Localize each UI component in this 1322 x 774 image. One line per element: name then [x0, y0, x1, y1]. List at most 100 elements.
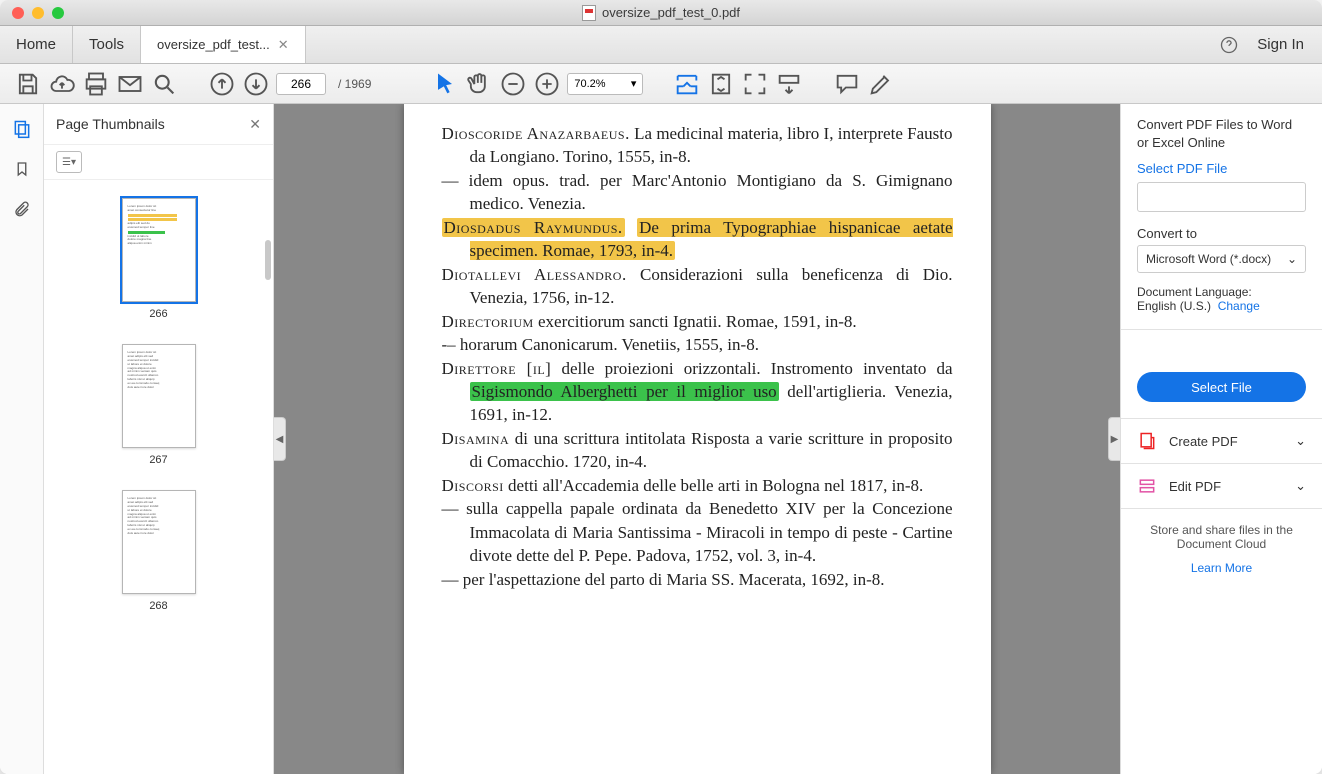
thumbnail-options-icon[interactable]: ☰▾ — [56, 151, 82, 173]
print-icon[interactable] — [82, 70, 110, 98]
create-pdf-tool[interactable]: Create PDF ⌄ — [1121, 419, 1322, 464]
read-mode-icon[interactable] — [775, 70, 803, 98]
learn-more-link[interactable]: Learn More — [1137, 561, 1306, 575]
fit-page-icon[interactable] — [707, 70, 735, 98]
maximize-window-button[interactable] — [52, 7, 64, 19]
export-pdf-section: Convert PDF Files to Word or Excel Onlin… — [1121, 104, 1322, 330]
entry-head: Diosdadus Raymundus. — [444, 218, 623, 237]
highlight-icon[interactable] — [867, 70, 895, 98]
thumbnails-options: ☰▾ — [44, 144, 273, 180]
window-title: oversize_pdf_test_0.pdf — [582, 5, 740, 21]
convert-format-select[interactable]: Microsoft Word (*.docx) ⌄ — [1137, 245, 1306, 273]
left-rail — [0, 104, 44, 774]
select-file-button[interactable]: Select File — [1137, 372, 1306, 402]
zoom-value: 70.2% — [574, 78, 605, 90]
attachments-rail-icon[interactable] — [11, 198, 33, 220]
selection-tool-icon[interactable] — [431, 70, 459, 98]
page-number-input[interactable] — [276, 73, 326, 95]
window-controls — [0, 7, 64, 19]
thumbnail-label: 266 — [149, 308, 167, 320]
pdf-file-box[interactable] — [1137, 182, 1306, 212]
body: Page Thumbnails ✕ ☰▾ Lorem ipsum dolor s… — [0, 104, 1322, 774]
highlighted-text: Sigismondo Alberghetti per il miglior us… — [470, 382, 779, 401]
chevron-down-icon: ⌄ — [1287, 252, 1297, 266]
entry-text: delle proiezioni orizzontali. Instroment… — [551, 359, 952, 378]
entry-text: sulla cappella papale ordinata da Benede… — [466, 499, 952, 565]
collapse-right-icon[interactable]: ▶ — [1108, 417, 1120, 461]
create-pdf-icon — [1137, 431, 1157, 451]
entry-head: Discorsi — [442, 476, 504, 495]
close-thumbnails-icon[interactable]: ✕ — [249, 116, 261, 133]
entry-text: di una scrittura intitolata Risposta a v… — [470, 429, 953, 471]
window-title-text: oversize_pdf_test_0.pdf — [602, 5, 740, 20]
zoom-out-icon[interactable] — [499, 70, 527, 98]
bookmarks-rail-icon[interactable] — [11, 158, 33, 180]
entry-head: Disamina — [442, 429, 510, 448]
search-icon[interactable] — [150, 70, 178, 98]
tab-document[interactable]: oversize_pdf_test... ✕ — [141, 26, 306, 63]
convert-to-label: Convert to — [1137, 226, 1306, 241]
cloud-promo: Store and share files in the Document Cl… — [1121, 509, 1322, 589]
thumbnails-panel: Page Thumbnails ✕ ☰▾ Lorem ipsum dolor s… — [44, 104, 274, 774]
entry-head: Diotallevi Alessandro. — [442, 265, 627, 284]
thumbnails-list[interactable]: Lorem ipsum dolor sitamet consectetur li… — [44, 180, 273, 774]
zoom-in-icon[interactable] — [533, 70, 561, 98]
header-row: Home Tools oversize_pdf_test... ✕ Sign I… — [0, 26, 1322, 64]
entry-head: Dioscoride Anazarbaeus. — [442, 124, 630, 143]
thumbnail-image: Lorem ipsum dolor sitamet adipis elit se… — [122, 490, 196, 594]
edit-pdf-tool[interactable]: Edit PDF ⌄ — [1121, 464, 1322, 509]
chevron-down-icon: ⌄ — [1295, 478, 1306, 494]
minimize-window-button[interactable] — [32, 7, 44, 19]
create-pdf-label: Create PDF — [1169, 434, 1238, 449]
change-lang-link[interactable]: Change — [1218, 299, 1260, 313]
document-viewport[interactable]: ◀ ▶ Dioscoride Anazarbaeus. La medicinal… — [274, 104, 1120, 774]
save-icon[interactable] — [14, 70, 42, 98]
cloud-promo-text: Store and share files in the Document Cl… — [1150, 523, 1293, 551]
thumbnail-268[interactable]: Lorem ipsum dolor sitamet adipis elit se… — [122, 490, 196, 612]
tab-document-label: oversize_pdf_test... — [157, 37, 270, 52]
thumbnail-image: Lorem ipsum dolor sitamet consectetur li… — [122, 198, 196, 302]
hand-tool-icon[interactable] — [465, 70, 493, 98]
pdf-file-icon — [582, 5, 596, 21]
lang-value: English (U.S.) — [1137, 299, 1211, 313]
tab-home[interactable]: Home — [0, 26, 73, 63]
entry-text: per l'aspettazione del parto di Maria SS… — [463, 570, 885, 589]
close-window-button[interactable] — [12, 7, 24, 19]
email-icon[interactable] — [116, 70, 144, 98]
thumbnail-label: 268 — [149, 600, 167, 612]
entry-text: exercitiorum sancti Ignatii. Romae, 1591… — [534, 312, 857, 331]
select-file-section: Select File — [1121, 330, 1322, 419]
cloud-upload-icon[interactable] — [48, 70, 76, 98]
entry-text: idem opus. trad. per Marc'Antonio Montig… — [469, 171, 953, 213]
sign-in-link[interactable]: Sign In — [1257, 36, 1304, 53]
next-page-icon[interactable] — [242, 70, 270, 98]
chevron-down-icon: ▾ — [631, 77, 637, 90]
fit-width-icon[interactable] — [673, 70, 701, 98]
thumbnail-267[interactable]: Lorem ipsum dolor sitamet adipis elit se… — [122, 344, 196, 466]
titlebar: oversize_pdf_test_0.pdf — [0, 0, 1322, 26]
fullscreen-icon[interactable] — [741, 70, 769, 98]
app-window: oversize_pdf_test_0.pdf Home Tools overs… — [0, 0, 1322, 774]
prev-page-icon[interactable] — [208, 70, 236, 98]
thumbnail-label: 267 — [149, 454, 167, 466]
scrollbar-thumb[interactable] — [265, 240, 271, 280]
entry-text: horarum Canonicarum. Venetiis, 1555, in-… — [460, 335, 759, 354]
zoom-selector[interactable]: 70.2% ▾ — [567, 73, 643, 95]
page-total-label: / 1969 — [338, 77, 371, 91]
collapse-left-icon[interactable]: ◀ — [274, 417, 286, 461]
pdf-page: Dioscoride Anazarbaeus. La medicinal mat… — [404, 104, 991, 774]
help-icon[interactable] — [1219, 35, 1239, 55]
edit-pdf-icon — [1137, 476, 1157, 496]
thumbnails-header: Page Thumbnails ✕ — [44, 104, 273, 144]
thumbnails-rail-icon[interactable] — [11, 118, 33, 140]
tab-tools[interactable]: Tools — [73, 26, 141, 63]
edit-pdf-label: Edit PDF — [1169, 479, 1221, 494]
thumbnails-title: Page Thumbnails — [56, 116, 165, 132]
entry-text: detti all'Accademia delle belle arti in … — [504, 476, 923, 495]
select-pdf-link[interactable]: Select PDF File — [1137, 161, 1306, 176]
thumbnail-266[interactable]: Lorem ipsum dolor sitamet consectetur li… — [122, 198, 196, 320]
comment-icon[interactable] — [833, 70, 861, 98]
close-tab-icon[interactable]: ✕ — [278, 37, 289, 53]
thumbnail-image: Lorem ipsum dolor sitamet adipis elit se… — [122, 344, 196, 448]
export-heading: Convert PDF Files to Word or Excel Onlin… — [1137, 116, 1306, 151]
